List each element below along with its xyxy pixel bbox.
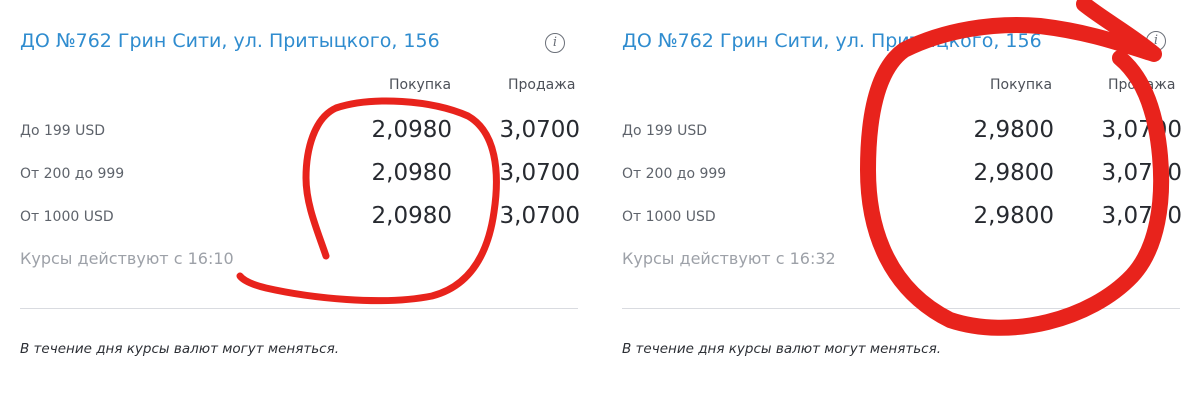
branch-title-link[interactable]: ДО №762 Грин Сити, ул. Притыцкого, 156 xyxy=(20,30,440,52)
rate-row-label: От 1000 USD xyxy=(622,209,716,225)
rate-row-label: От 200 до 999 xyxy=(20,166,125,182)
rates-valid-from: Курсы действуют с 16:32 xyxy=(622,249,836,268)
buy-rate: 2,0980 xyxy=(371,160,452,186)
rate-row-label: До 199 USD xyxy=(622,123,708,139)
sell-rate: 3,0700 xyxy=(499,203,580,229)
rate-row-label: До 199 USD xyxy=(20,123,106,139)
column-header-buy: Покупка xyxy=(990,77,1053,93)
rate-row: От 1000 USD 2,9800 3,0700 xyxy=(622,191,1182,231)
rates-panel-right: ДО №762 Грин Сити, ул. Притыцкого, 156 i… xyxy=(602,0,1182,400)
divider xyxy=(622,308,1180,309)
buy-rate: 2,0980 xyxy=(371,203,452,229)
sell-rate: 3,0700 xyxy=(1101,203,1182,229)
branch-title-link[interactable]: ДО №762 Грин Сити, ул. Притыцкого, 156 xyxy=(622,30,1042,52)
disclaimer-text: В течение дня курсы валют могут меняться… xyxy=(20,341,340,357)
exchange-rate-comparison: ДО №762 Грин Сити, ул. Притыцкого, 156 i… xyxy=(0,0,1200,400)
sell-rate: 3,0700 xyxy=(499,117,580,143)
buy-rate: 2,9800 xyxy=(973,160,1054,186)
rate-row: До 199 USD 2,9800 3,0700 xyxy=(622,105,1182,145)
sell-rate: 3,0700 xyxy=(1101,160,1182,186)
rate-row-label: От 200 до 999 xyxy=(622,166,727,182)
rates-panel-left: ДО №762 Грин Сити, ул. Притыцкого, 156 i… xyxy=(0,0,580,400)
info-icon[interactable]: i xyxy=(545,33,565,53)
buy-rate: 2,9800 xyxy=(973,117,1054,143)
info-icon[interactable]: i xyxy=(1146,31,1166,51)
column-header-buy: Покупка xyxy=(389,77,452,93)
buy-rate: 2,9800 xyxy=(973,203,1054,229)
buy-rate: 2,0980 xyxy=(371,117,452,143)
divider xyxy=(20,308,578,309)
rates-valid-from: Курсы действуют с 16:10 xyxy=(20,249,234,268)
sell-rate: 3,0700 xyxy=(499,160,580,186)
sell-rate: 3,0700 xyxy=(1101,117,1182,143)
rate-row-label: От 1000 USD xyxy=(20,209,114,225)
rate-row: До 199 USD 2,0980 3,0700 xyxy=(20,105,580,145)
rate-row: От 1000 USD 2,0980 3,0700 xyxy=(20,191,580,231)
disclaimer-text: В течение дня курсы валют могут меняться… xyxy=(622,341,942,357)
rate-row: От 200 до 999 2,0980 3,0700 xyxy=(20,148,580,188)
column-header-sell: Продажа xyxy=(508,77,576,93)
rate-row: От 200 до 999 2,9800 3,0700 xyxy=(622,148,1182,188)
column-header-sell: Продажа xyxy=(1108,77,1176,93)
